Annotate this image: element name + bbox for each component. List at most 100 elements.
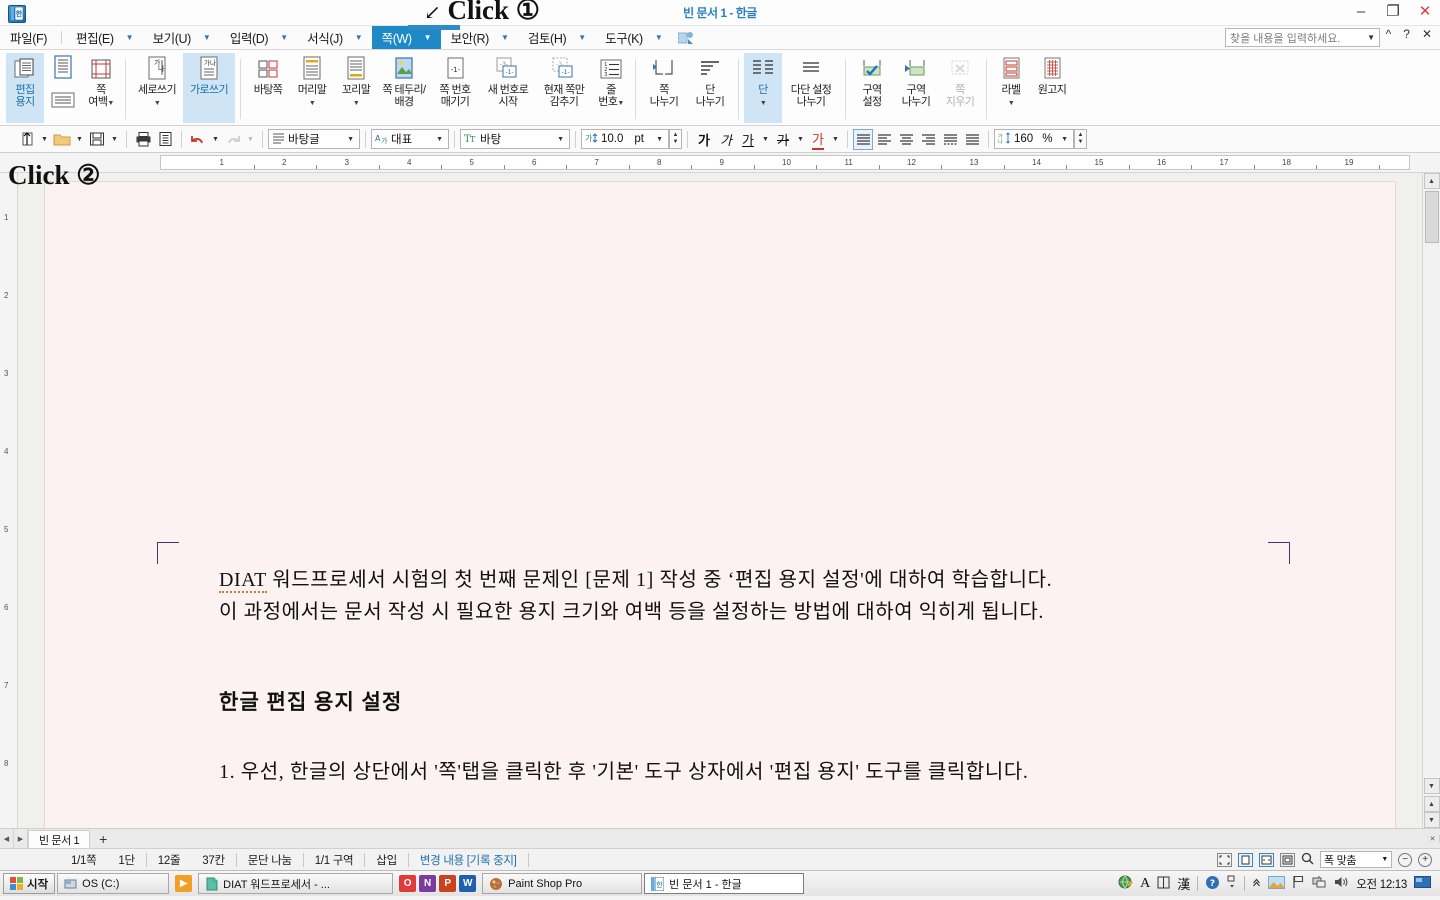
flag-icon[interactable]: [1292, 875, 1305, 892]
chevron-down-icon[interactable]: ▼: [1381, 856, 1388, 863]
tray-caret-icon[interactable]: [1252, 876, 1261, 891]
opera-icon[interactable]: O: [399, 875, 417, 892]
search-box[interactable]: 찾을 내용을 입력하세요. ▼: [1225, 28, 1380, 47]
network-icon[interactable]: [1312, 875, 1327, 892]
chevron-down-icon[interactable]: ▼: [344, 136, 357, 143]
align-left-button[interactable]: [873, 129, 895, 150]
ribbon-button-label[interactable]: 라벨 ▼: [992, 53, 1030, 123]
save-caret-icon[interactable]: ▼: [108, 129, 121, 150]
ribbon-button-line-number[interactable]: 123 줄 번호▼: [592, 53, 630, 123]
text-color-caret-icon[interactable]: ▼: [829, 129, 842, 150]
save-icon[interactable]: [86, 129, 108, 150]
chevron-down-icon[interactable]: ▼: [653, 136, 666, 143]
document-tab-1[interactable]: 빈 문서 1: [28, 830, 91, 848]
align-justify-button[interactable]: [853, 128, 873, 150]
tray-expand-icon[interactable]: [1227, 875, 1237, 892]
chevron-down-icon[interactable]: ▼: [760, 100, 767, 107]
overview-icon[interactable]: [1280, 852, 1295, 867]
chevron-down-icon[interactable]: ▼: [617, 100, 624, 107]
ribbon-button-hide-page[interactable]: -3- -1- 현재 쪽만 감추기: [536, 53, 592, 123]
zoom-out-button[interactable]: −: [1398, 852, 1412, 867]
folder-icon[interactable]: [51, 129, 73, 150]
scroll-down-button[interactable]: ▼: [1423, 778, 1440, 794]
chevron-down-icon[interactable]: ▼: [309, 100, 316, 107]
volume-icon[interactable]: [1334, 875, 1349, 892]
menu-item-tools[interactable]: 도구(K): [595, 26, 653, 49]
taskbar-clock[interactable]: 오전 12:13: [1356, 876, 1407, 892]
preview-icon[interactable]: [154, 129, 176, 150]
tab-scroll-left[interactable]: ◀: [0, 829, 14, 848]
ribbon-button-page-erase[interactable]: 쪽 지우기: [939, 53, 981, 123]
picture-icon[interactable]: [1268, 875, 1286, 892]
bold-button[interactable]: 가: [693, 129, 715, 150]
tab-scroll-right[interactable]: ▶: [14, 829, 28, 848]
ribbon-button-page-border[interactable]: 쪽 테두리/배경: [378, 53, 430, 123]
menu-caret-view[interactable]: ▼: [201, 26, 220, 49]
ribbon-button-vertical-write[interactable]: 가나 세로쓰기 ▼: [131, 53, 183, 123]
zoom-in-button[interactable]: +: [1418, 852, 1432, 867]
menu-item-view[interactable]: 보기(U): [143, 26, 201, 49]
folder-caret-icon[interactable]: ▼: [73, 129, 86, 150]
vertical-ruler[interactable]: 1 2 3 4 5 6 7 8: [0, 173, 18, 828]
ribbon-button-page-margin[interactable]: 쪽 여백▼: [82, 53, 120, 123]
align-center-button[interactable]: [895, 129, 917, 150]
menu-item-input[interactable]: 입력(D): [220, 26, 278, 49]
chevron-down-icon[interactable]: ▼: [1008, 100, 1015, 107]
word-icon[interactable]: W: [459, 875, 477, 892]
text-color-button[interactable]: 가: [807, 129, 829, 150]
add-tab-button[interactable]: +: [90, 829, 116, 848]
globe-pen-icon[interactable]: [1118, 875, 1133, 893]
menu-caret-format[interactable]: ▼: [353, 26, 372, 49]
scroll-up-button[interactable]: ▲: [1423, 173, 1440, 189]
ribbon-button-section-break[interactable]: 구역 나누기: [893, 53, 939, 123]
ribbon-button-page-number[interactable]: -1- 쪽 번호 매기기: [430, 53, 480, 123]
ribbon-button-section-setup[interactable]: 구역 설정: [851, 53, 893, 123]
horizontal-ruler[interactable]: 1 2 3 4 5 6 7 8 9 10 11 12 13 14 15 16 17 18 19: [160, 155, 1410, 170]
ribbon-button-column-break[interactable]: 단 나누기: [687, 53, 733, 123]
font-size-stepper[interactable]: ▲ ▼: [669, 129, 682, 149]
menu-item-file[interactable]: 파일(F): [0, 26, 57, 49]
paragraph-style-combo[interactable]: 바탕글 ▼: [268, 129, 360, 149]
menu-caret-input[interactable]: ▼: [278, 26, 297, 49]
single-page-icon[interactable]: [1238, 852, 1253, 867]
ribbon-button-paper-landscape[interactable]: [44, 87, 82, 117]
collapse-ribbon-button[interactable]: ^: [1386, 27, 1392, 41]
minimize-button[interactable]: –: [1352, 2, 1370, 22]
media-player-icon[interactable]: ▶: [175, 875, 193, 892]
ribbon-button-page-break[interactable]: 쪽 나누기: [641, 53, 687, 123]
menu-item-format[interactable]: 서식(J): [297, 26, 353, 49]
strike-caret-icon[interactable]: ▼: [794, 129, 807, 150]
ribbon-button-columns[interactable]: 단 ▼: [744, 53, 782, 123]
onenote-icon[interactable]: N: [419, 875, 437, 892]
vertical-scrollbar[interactable]: ▲ ▼ ▲ ▼: [1422, 173, 1440, 828]
ribbon-button-header[interactable]: 머리말 ▼: [290, 53, 334, 123]
printer-icon[interactable]: [132, 129, 154, 150]
new-doc-caret-icon[interactable]: ▼: [38, 129, 51, 150]
help-icon[interactable]: ?: [1205, 875, 1220, 893]
undo-icon[interactable]: [187, 129, 209, 150]
menu-item-edit[interactable]: 편집(E): [66, 26, 124, 49]
underline-caret-icon[interactable]: ▼: [759, 129, 772, 150]
scroll-thumb[interactable]: [1424, 191, 1439, 243]
ribbon-button-new-number[interactable]: -3- -1- 새 번호로 시작: [480, 53, 536, 123]
facing-page-icon[interactable]: [1259, 852, 1274, 867]
ribbon-button-paper-portrait[interactable]: [44, 53, 82, 87]
taskbar-item-hwp-doc[interactable]: 한 빈 문서 1 - 한글: [644, 873, 805, 894]
menu-caret-review[interactable]: ▼: [576, 26, 595, 49]
undo-caret-icon[interactable]: ▼: [209, 129, 222, 150]
char-style-combo[interactable]: A가 대표 ▼: [371, 129, 449, 149]
menu-caret-edit[interactable]: ▼: [124, 26, 143, 49]
menu-caret-tools[interactable]: ▼: [653, 26, 672, 49]
desktop-icon[interactable]: [1414, 875, 1431, 892]
chevron-down-icon[interactable]: ▼: [433, 136, 446, 143]
line-spacing-combo[interactable]: 가나 160 % ▼: [994, 129, 1074, 149]
zoom-level-combo[interactable]: 폭 맞춤 ▼: [1320, 851, 1392, 868]
ribbon-button-master-page[interactable]: 바탕쪽: [246, 53, 290, 123]
italic-button[interactable]: 가: [715, 129, 737, 150]
line-spacing-stepper[interactable]: ▲ ▼: [1074, 129, 1087, 149]
chevron-down-icon[interactable]: ▼: [1058, 136, 1071, 143]
prev-page-button[interactable]: ▲: [1423, 796, 1440, 812]
maximize-button[interactable]: ❐: [1384, 2, 1402, 22]
align-distribute-button[interactable]: [939, 129, 961, 150]
taskbar-item-diat-doc[interactable]: DIAT 워드프로세서 - ...: [198, 873, 394, 894]
